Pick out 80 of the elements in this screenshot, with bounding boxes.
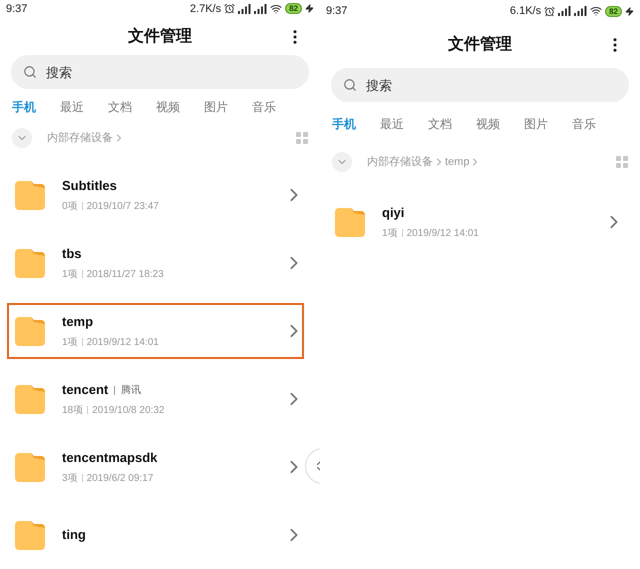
status-time: 9:37 bbox=[326, 4, 348, 19]
folder-row[interactable]: tencent 腾讯 18项 2019/10/8 20:32 bbox=[7, 371, 304, 427]
chevron-right-icon bbox=[610, 215, 618, 229]
folder-row[interactable]: tbs 1项 2018/11/27 18:23 bbox=[7, 235, 304, 291]
folder-name: tbs bbox=[62, 245, 82, 264]
collapse-button[interactable] bbox=[332, 152, 352, 172]
folder-name: ting bbox=[62, 526, 86, 544]
search-icon bbox=[23, 65, 37, 80]
folder-tag: 腾讯 bbox=[121, 382, 142, 398]
charging-icon bbox=[305, 4, 314, 14]
folder-icon bbox=[335, 208, 365, 236]
chevron-right-icon bbox=[290, 188, 298, 202]
item-count: 1项 bbox=[62, 268, 78, 282]
alarm-icon bbox=[224, 3, 236, 14]
breadcrumb-item[interactable]: temp bbox=[445, 154, 470, 170]
network-speed: 2.7K/s bbox=[190, 2, 222, 17]
category-tab[interactable]: 手机 bbox=[332, 115, 356, 133]
category-tab[interactable]: 手机 bbox=[12, 98, 36, 116]
chevron-right-icon bbox=[290, 460, 298, 474]
category-tab[interactable]: 文档 bbox=[108, 98, 132, 116]
status-time: 9:37 bbox=[6, 2, 28, 17]
network-speed: 6.1K/s bbox=[510, 4, 542, 19]
screen-title: 文件管理 bbox=[448, 34, 512, 55]
signal-icon bbox=[574, 6, 588, 16]
category-tab[interactable]: 视频 bbox=[156, 98, 180, 116]
chevron-right-icon bbox=[290, 256, 298, 270]
breadcrumb-item[interactable]: 内部存储设备 bbox=[367, 154, 433, 170]
category-tab[interactable]: 文档 bbox=[428, 115, 452, 133]
chevron-right-icon bbox=[290, 528, 298, 542]
battery-indicator: 82 bbox=[285, 3, 302, 14]
item-count: 1项 bbox=[382, 226, 398, 241]
category-tab[interactable]: 最近 bbox=[380, 115, 404, 133]
item-count: 0项 bbox=[62, 200, 78, 214]
chevron-right-icon bbox=[290, 392, 298, 406]
folder-name: qiyi bbox=[382, 204, 404, 222]
modified-date: 2019/9/12 14:01 bbox=[86, 336, 159, 350]
folder-row[interactable]: qiyi 1项 2019/9/12 14:01 bbox=[327, 194, 624, 250]
folder-row[interactable]: Subtitles 0项 2019/10/7 23:47 bbox=[7, 167, 304, 223]
breadcrumb-item[interactable]: 内部存储设备 bbox=[47, 130, 113, 146]
folder-icon bbox=[15, 384, 45, 414]
modified-date: 2019/10/8 20:32 bbox=[92, 404, 164, 418]
category-tab[interactable]: 视频 bbox=[476, 115, 500, 133]
screen-title: 文件管理 bbox=[128, 26, 192, 47]
category-tab[interactable]: 最近 bbox=[60, 98, 84, 116]
modified-date: 2019/6/2 09:17 bbox=[86, 472, 154, 486]
modified-date: 2018/11/27 18:23 bbox=[86, 268, 164, 282]
folder-icon bbox=[15, 316, 45, 346]
modified-date: 2019/9/12 14:01 bbox=[406, 226, 479, 241]
folder-row[interactable]: ting bbox=[7, 507, 304, 563]
folder-name: temp bbox=[62, 313, 94, 332]
folder-row[interactable]: temp 1项 2019/9/12 14:01 bbox=[7, 303, 304, 359]
folder-icon bbox=[15, 248, 45, 278]
folder-name: Subtitles bbox=[62, 177, 117, 196]
signal-icon bbox=[254, 4, 268, 14]
signal-icon bbox=[238, 4, 252, 14]
folder-icon bbox=[15, 180, 45, 210]
item-count: 3项 bbox=[62, 472, 78, 486]
item-count: 1项 bbox=[62, 336, 78, 350]
category-tab[interactable]: 图片 bbox=[204, 98, 228, 116]
folder-name: tencentmapsdk bbox=[62, 449, 158, 468]
charging-icon bbox=[625, 6, 634, 16]
grid-view-icon[interactable] bbox=[296, 132, 308, 144]
category-tab[interactable]: 音乐 bbox=[252, 98, 276, 116]
category-tab[interactable]: 音乐 bbox=[572, 115, 596, 133]
folder-icon bbox=[15, 452, 45, 482]
folder-name: tencent bbox=[62, 381, 108, 400]
item-count: 18项 bbox=[62, 404, 84, 418]
alarm-icon bbox=[544, 6, 556, 16]
search-field[interactable]: 搜索 bbox=[331, 68, 629, 102]
battery-indicator: 82 bbox=[605, 6, 622, 16]
search-field[interactable]: 搜索 bbox=[11, 55, 309, 90]
folder-row[interactable]: tencentmapsdk 3项 2019/6/2 09:17 bbox=[7, 439, 304, 495]
category-tab[interactable]: 图片 bbox=[524, 115, 548, 133]
folder-icon bbox=[15, 520, 45, 550]
grid-view-icon[interactable] bbox=[616, 156, 628, 168]
collapse-button[interactable] bbox=[12, 128, 32, 148]
signal-icon bbox=[558, 6, 572, 16]
modified-date: 2019/10/7 23:47 bbox=[86, 200, 159, 214]
search-icon bbox=[343, 78, 357, 92]
chevron-right-icon bbox=[290, 324, 298, 338]
